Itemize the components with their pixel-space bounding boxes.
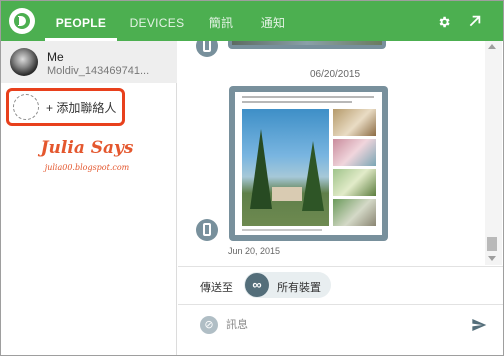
contact-me[interactable]: Me Moldiv_143469741...: [1, 41, 177, 83]
add-contact-label: + 添加聯絡人: [46, 101, 117, 115]
scroll-thumb[interactable]: [487, 237, 497, 251]
scroll-down-arrow-icon[interactable]: [488, 256, 496, 261]
photo-trees: [242, 109, 329, 226]
photo-thumb: [333, 169, 376, 196]
tab-people[interactable]: PEOPLE: [45, 1, 117, 41]
all-devices-chip[interactable]: ∞ 所有裝置: [244, 272, 331, 298]
all-devices-label: 所有裝置: [277, 282, 321, 294]
tab-sms[interactable]: 簡訊: [201, 1, 241, 41]
add-contact-avatar-icon: [13, 94, 39, 120]
pushbullet-window: PEOPLE DEVICES 簡訊 通知 Me Moldiv_143469741…: [0, 0, 504, 356]
watermark-title: Julia Says: [40, 138, 134, 158]
shared-image: [235, 92, 382, 235]
link-icon[interactable]: ⊘: [200, 316, 218, 334]
message-timestamp: Jun 20, 2015: [228, 246, 281, 256]
gear-icon[interactable]: [437, 15, 451, 29]
composer: ⊘: [178, 304, 503, 355]
photo-thumb: [333, 139, 376, 166]
contacts-panel: Me Moldiv_143469741... + 添加聯絡人 Julia Say…: [1, 41, 177, 355]
all-devices-icon: ∞: [245, 273, 269, 297]
chat-scrollbar[interactable]: [485, 41, 502, 265]
top-bar: PEOPLE DEVICES 簡訊 通知: [1, 1, 503, 41]
chat-thread: 06/20/2015 Jun 20, 2015: [178, 41, 485, 265]
photo-thumb: [333, 109, 376, 136]
image-message[interactable]: [229, 86, 388, 241]
tab-notifications[interactable]: 通知: [253, 1, 293, 41]
photo-thumb: [333, 199, 376, 226]
date-separator: 06/20/2015: [310, 69, 361, 80]
device-phone-icon: [196, 219, 218, 241]
watermark-url: julia00.blogspot.com: [44, 163, 130, 172]
contact-last-message: Moldiv_143469741...: [47, 65, 150, 77]
scroll-up-arrow-icon[interactable]: [488, 44, 496, 49]
send-to-row: 傳送至 ∞ 所有裝置: [178, 266, 503, 304]
send-to-label: 傳送至: [200, 282, 233, 294]
pushbullet-logo-icon[interactable]: [9, 8, 35, 34]
message-input[interactable]: [226, 316, 456, 334]
contact-name: Me: [47, 50, 64, 64]
popout-arrow-icon[interactable]: [468, 14, 482, 28]
send-icon[interactable]: [470, 317, 488, 333]
tab-devices[interactable]: DEVICES: [125, 1, 189, 41]
avatar: [10, 48, 38, 76]
previous-image-message[interactable]: [228, 41, 386, 49]
device-phone-icon: [196, 41, 218, 57]
add-contact-button[interactable]: + 添加聯絡人: [6, 88, 125, 126]
